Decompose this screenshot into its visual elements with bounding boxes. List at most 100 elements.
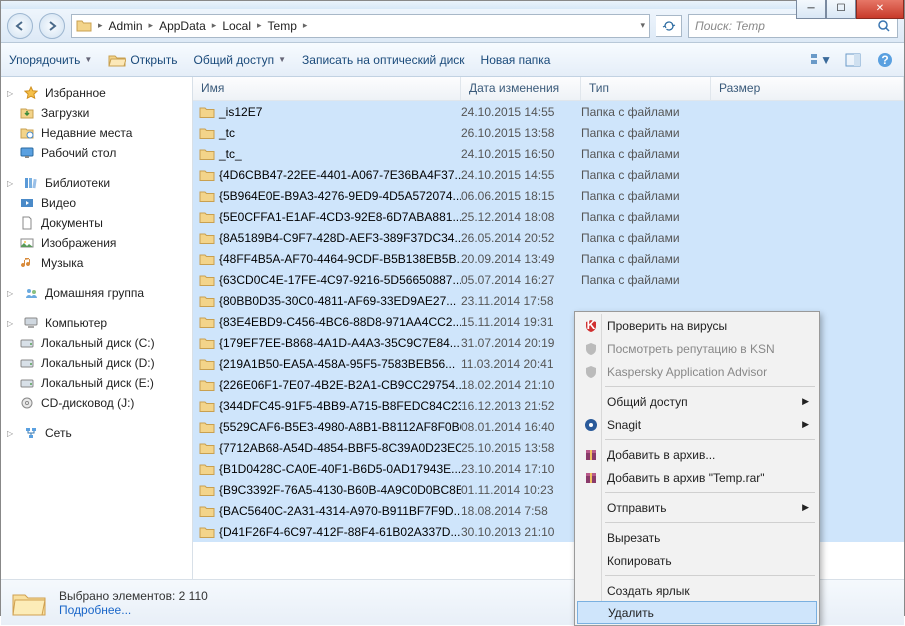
table-row[interactable]: {5B964E0E-B9A3-4276-9ED9-4D5A572074...06… [193,185,904,206]
nav-favorites[interactable]: ▷Избранное [1,83,192,103]
status-more-link[interactable]: Подробнее... [59,603,208,617]
nav-libraries[interactable]: ▷Библиотеки [1,173,192,193]
breadcrumb-segment[interactable]: Local [218,19,255,33]
pictures-icon [19,235,35,251]
organize-button[interactable]: Упорядочить▼ [9,53,92,67]
ctx-copy[interactable]: Копировать [577,549,817,572]
nav-drive-cd[interactable]: CD-дисковод (J:) [1,393,192,413]
file-type: Папка с файлами [581,147,731,161]
file-date: 26.10.2015 13:58 [461,126,581,140]
file-type: Папка с файлами [581,273,731,287]
col-type[interactable]: Тип [581,77,711,100]
ctx-add-archive[interactable]: Добавить в архив... [577,443,817,466]
navigation-pane: ▷Избранное Загрузки Недавние места Рабоч… [1,77,193,579]
file-name: {B9C3392F-76A5-4130-B60B-4A9C0D0BC8E... [219,483,461,497]
folder-icon [199,525,215,539]
minimize-button[interactable]: ─ [796,0,826,19]
chevron-right-icon: ▶ [802,396,809,407]
file-name: {83E4EBD9-C456-4BC6-88D8-971AA4CC2... [219,315,461,329]
share-button[interactable]: Общий доступ▼ [193,53,286,67]
nav-computer[interactable]: ▷Компьютер [1,313,192,333]
file-name: {5E0CFFA1-E1AF-4CD3-92E8-6D7ABA881... [219,210,461,224]
nav-forward-button[interactable] [39,13,65,39]
file-type: Папка с файлами [581,105,731,119]
col-date[interactable]: Дата изменения [461,77,581,100]
ctx-add-archive-temp[interactable]: Добавить в архив "Temp.rar" [577,466,817,489]
folder-icon [199,399,215,413]
ctx-share[interactable]: Общий доступ▶ [577,390,817,413]
arrow-right-icon [46,20,58,32]
table-row[interactable]: {63CD0C4E-17FE-4C97-9216-5D56650887...05… [193,269,904,290]
refresh-icon [662,19,676,33]
folder-icon [199,147,215,161]
file-name: _tc_ [219,147,242,161]
col-size[interactable]: Размер [711,77,904,100]
table-row[interactable]: {8A5189B4-C9F7-428D-AEF3-389F37DC34...26… [193,227,904,248]
ctx-scan-viruses[interactable]: KПроверить на вирусы [577,314,817,337]
nav-music[interactable]: Музыка [1,253,192,273]
nav-pictures[interactable]: Изображения [1,233,192,253]
table-row[interactable]: {4D6CBB47-22EE-4401-A067-7E36BA4F37...24… [193,164,904,185]
maximize-button[interactable]: ☐ [826,0,856,19]
breadcrumb-segment[interactable]: AppData [155,19,210,33]
file-name: {BAC5640C-2A31-4314-A970-B911BF7F9D... [219,504,461,518]
file-name: {80BB0D35-30C0-4811-AF69-33ED9AE27... [219,294,456,308]
folder-icon [199,483,215,497]
nav-drive-e[interactable]: Локальный диск (E:) [1,373,192,393]
help-icon: ? [877,52,893,68]
nav-videos[interactable]: Видео [1,193,192,213]
breadcrumb[interactable]: ▸ Admin ▸ AppData ▸ Local ▸ Temp ▸ ▾ [71,14,650,38]
ctx-ksn[interactable]: Посмотреть репутацию в KSN [577,337,817,360]
folder-open-icon [108,52,126,68]
nav-documents[interactable]: Документы [1,213,192,233]
breadcrumb-segment[interactable]: Temp [264,19,301,33]
nav-drive-d[interactable]: Локальный диск (D:) [1,353,192,373]
ctx-send[interactable]: Отправить▶ [577,496,817,519]
col-name[interactable]: Имя [193,77,461,100]
help-button[interactable]: ? [874,50,896,70]
drive-icon [19,355,35,371]
ctx-snagit[interactable]: Snagit▶ [577,413,817,436]
table-row[interactable]: {48FF4B5A-AF70-4464-9CDF-B5B138EB5B...20… [193,248,904,269]
nav-recent[interactable]: Недавние места [1,123,192,143]
close-button[interactable]: ✕ [856,0,904,19]
network-icon [23,425,39,441]
column-headers: Имя Дата изменения Тип Размер [193,77,904,101]
table-row[interactable]: _is12E724.10.2015 14:55Папка с файлами [193,101,904,122]
file-name: {B1D0428C-CA0E-40F1-B6D5-0AD17943E... [219,462,461,476]
file-date: 05.07.2014 16:27 [461,273,581,287]
chevron-right-icon: ▸ [96,20,105,31]
chevron-right-icon: ▶ [802,419,809,430]
ctx-shortcut[interactable]: Создать ярлык [577,579,817,602]
nav-homegroup[interactable]: ▷Домашняя группа [1,283,192,303]
refresh-button[interactable] [656,15,682,37]
ctx-kaa[interactable]: Kaspersky Application Advisor [577,360,817,383]
table-row[interactable]: _tc_24.10.2015 16:50Папка с файлами [193,143,904,164]
ctx-delete[interactable]: Удалить [577,601,817,624]
file-date: 15.11.2014 19:31 [461,315,581,329]
preview-pane-button[interactable] [842,50,864,70]
nav-drive-c[interactable]: Локальный диск (C:) [1,333,192,353]
file-type: Папка с файлами [581,252,731,266]
ctx-cut[interactable]: Вырезать [577,526,817,549]
table-row[interactable]: {5E0CFFA1-E1AF-4CD3-92E8-6D7ABA881...25.… [193,206,904,227]
view-icon [810,53,818,67]
folder-icon [199,252,215,266]
file-date: 06.06.2015 18:15 [461,189,581,203]
view-button[interactable]: ▼ [810,50,832,70]
table-row[interactable]: _tc26.10.2015 13:58Папка с файлами [193,122,904,143]
nav-network[interactable]: ▷Сеть [1,423,192,443]
breadcrumb-segment[interactable]: Admin [105,19,147,33]
chevron-down-icon[interactable]: ▾ [640,20,645,31]
nav-downloads[interactable]: Загрузки [1,103,192,123]
table-row[interactable]: {80BB0D35-30C0-4811-AF69-33ED9AE27...23.… [193,290,904,311]
libraries-icon [23,175,39,191]
new-folder-button[interactable]: Новая папка [481,53,551,67]
nav-back-button[interactable] [7,13,33,39]
file-date: 25.12.2014 18:08 [461,210,581,224]
svg-text:K: K [587,319,596,332]
burn-button[interactable]: Записать на оптический диск [302,53,465,67]
open-button[interactable]: Открыть [108,52,177,68]
folder-icon [199,441,215,455]
nav-desktop[interactable]: Рабочий стол [1,143,192,163]
